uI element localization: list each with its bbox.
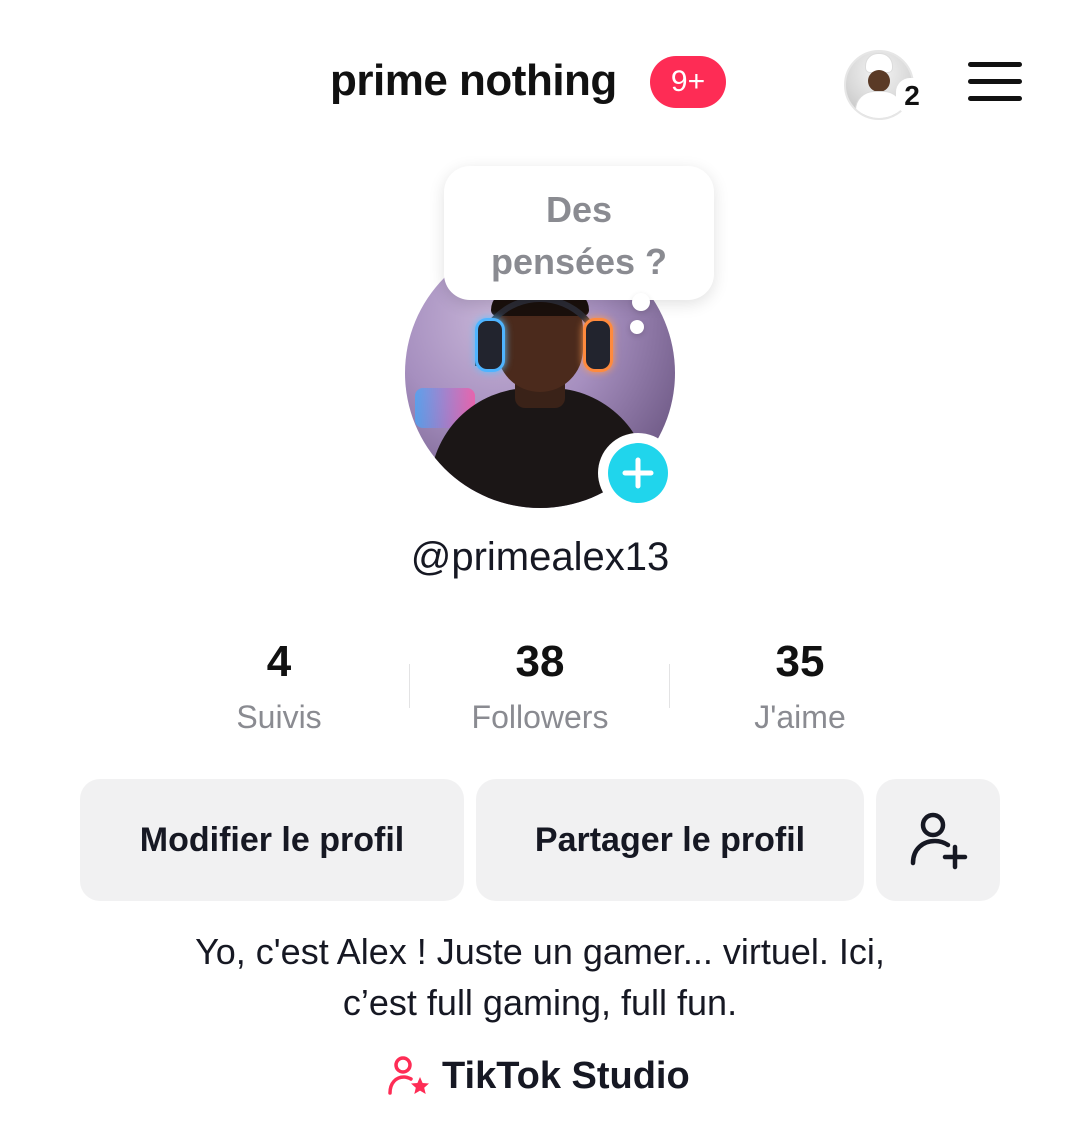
account-switcher-title[interactable]: prime nothing	[330, 56, 617, 106]
thought-bubble-dot-small	[630, 320, 644, 334]
notification-badge[interactable]: 9+	[650, 56, 726, 108]
headphone-right	[583, 318, 613, 372]
thought-line-2: pensées ?	[490, 241, 668, 282]
add-story-circle	[608, 443, 668, 503]
profile-handle: @primealex13	[410, 535, 670, 579]
hamburger-icon	[968, 62, 1022, 67]
thought-line-1: Des	[545, 189, 613, 230]
headphone-left	[475, 318, 505, 372]
following-count: 4	[266, 637, 292, 686]
stat-following[interactable]: 4 Suivis	[149, 634, 409, 738]
creator-star-icon	[388, 1056, 429, 1095]
thought-bubble[interactable]: Des pensées ?	[444, 166, 714, 300]
tiktok-studio-label: TikTok Studio	[442, 1054, 690, 1097]
likes-count: 35	[775, 637, 825, 686]
share-profile-button[interactable]: Partager le profil	[476, 779, 864, 901]
followers-label: Followers	[471, 699, 609, 735]
add-story-button[interactable]	[598, 433, 678, 513]
stat-likes[interactable]: 35 J'aime	[670, 634, 930, 738]
thought-bubble-text: Des pensées ?	[444, 184, 714, 288]
chef-face-shape	[868, 70, 890, 92]
following-label: Suivis	[236, 699, 322, 735]
tiktok-studio-link[interactable]: TikTok Studio	[386, 1050, 690, 1102]
profile-header: prime nothing 9+ 2	[0, 0, 1080, 170]
profile-bio: Yo, c'est Alex ! Juste un gamer... virtu…	[80, 926, 1000, 1028]
hamburger-icon-line	[968, 79, 1022, 84]
thought-bubble-dot	[632, 293, 650, 311]
followers-count: 38	[515, 637, 565, 686]
hamburger-icon-line	[968, 96, 1022, 101]
plus-icon	[622, 457, 654, 489]
bio-line-1: Yo, c'est Alex ! Juste un gamer... virtu…	[195, 931, 885, 972]
add-user-icon	[910, 812, 968, 870]
likes-label: J'aime	[754, 699, 846, 735]
stat-followers[interactable]: 38 Followers	[410, 634, 670, 738]
account-count-badge: 2	[896, 78, 928, 114]
edit-profile-button[interactable]: Modifier le profil	[80, 779, 464, 901]
bio-line-2: c’est full gaming, full fun.	[342, 982, 738, 1023]
menu-button[interactable]	[964, 58, 1026, 106]
add-friend-button[interactable]	[876, 779, 1000, 901]
